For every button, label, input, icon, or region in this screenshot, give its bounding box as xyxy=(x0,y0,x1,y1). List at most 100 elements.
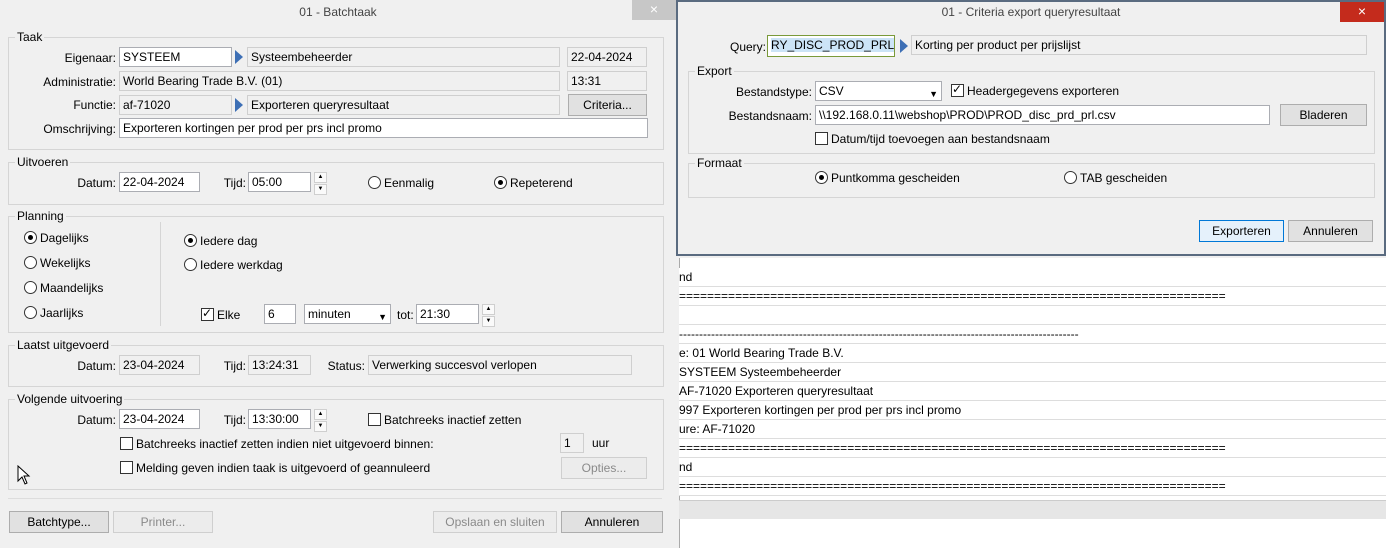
close-icon[interactable]: × xyxy=(1340,2,1384,22)
interval-unit-value: minuten xyxy=(308,307,351,321)
functie-label: Functie: xyxy=(73,98,116,112)
log-line: ----------------------------------------… xyxy=(679,325,1386,344)
bestandstype-label: Bestandstype: xyxy=(735,85,812,99)
bladeren-button[interactable]: Bladeren xyxy=(1280,104,1367,126)
laatst-tijd-field: 13:24:31 xyxy=(248,355,311,375)
maandelijks-label: Maandelijks xyxy=(40,281,104,295)
formaat-group: Formaat xyxy=(688,156,1375,198)
datum-tijd-checkbox[interactable] xyxy=(815,132,828,145)
iedere-dag-label: Iedere dag xyxy=(200,234,258,248)
inactief-binnen-label: Batchreeks inactief zetten indien niet u… xyxy=(136,437,434,451)
jaarlijks-label: Jaarlijks xyxy=(40,306,84,320)
printer-button[interactable]: Printer... xyxy=(113,511,213,533)
datum-tijd-label: Datum/tijd toevoegen aan bestandsnaam xyxy=(831,132,1050,146)
taak-legend: Taak xyxy=(17,30,43,44)
volgende-legend: Volgende uitvoering xyxy=(17,392,123,406)
dagelijks-radio[interactable] xyxy=(24,231,37,244)
melding-label: Melding geven indien taak is uitgevoerd … xyxy=(136,461,431,475)
log-line: e: 01 World Bearing Trade B.V. xyxy=(679,344,1386,363)
export-legend: Export xyxy=(697,64,732,78)
criteria-title: 01 - Criteria export queryresultaat xyxy=(678,2,1384,24)
eigenaar-code-field[interactable]: SYSTEEM xyxy=(119,47,232,67)
volgende-tijd-spinner[interactable]: ▲ ▼ xyxy=(314,409,327,432)
criteria-annuleren-button[interactable]: Annuleren xyxy=(1288,220,1373,242)
elke-value-field[interactable]: 6 xyxy=(264,304,296,324)
log-header: nd xyxy=(679,268,1386,287)
header-label: Headergegevens exporteren xyxy=(967,84,1120,98)
wekelijks-label: Wekelijks xyxy=(40,256,91,270)
log-line: nd xyxy=(679,458,1386,477)
query-desc-field: Korting per product per prijslijst xyxy=(911,35,1367,55)
uitvoeren-tijd-field[interactable]: 05:00 xyxy=(248,172,311,192)
tab-label: TAB gescheiden xyxy=(1080,171,1168,185)
eigenaar-name-field: Systeembeheerder xyxy=(247,47,560,67)
chevron-down-icon: ▼ xyxy=(929,89,938,99)
laatst-datum-label: Datum: xyxy=(77,359,116,373)
annuleren-button[interactable]: Annuleren xyxy=(561,511,663,533)
maandelijks-radio[interactable] xyxy=(24,281,37,294)
uitvoeren-legend: Uitvoeren xyxy=(17,155,69,169)
volgende-tijd-label: Tijd: xyxy=(223,413,246,427)
eenmalig-radio[interactable] xyxy=(368,176,381,189)
eigenaar-label: Eigenaar: xyxy=(64,51,116,65)
bestandstype-select[interactable]: CSV ▼ xyxy=(815,81,942,101)
header-checkbox[interactable] xyxy=(951,82,964,97)
uitvoeren-tijd-spinner[interactable]: ▲ ▼ xyxy=(314,172,327,195)
log-line: ========================================… xyxy=(679,477,1386,496)
exporteren-button[interactable]: Exporteren xyxy=(1199,220,1284,242)
inactief-binnen-checkbox[interactable] xyxy=(120,437,133,450)
taak-date-field: 22-04-2024 xyxy=(567,47,647,67)
puntkomma-radio[interactable] xyxy=(815,171,828,184)
status-field: Verwerking succesvol verlopen xyxy=(368,355,632,375)
bestandstype-value: CSV xyxy=(819,84,844,98)
iedere-dag-radio[interactable] xyxy=(184,234,197,247)
functie-lookup-icon[interactable] xyxy=(235,98,243,112)
log-bottom-bar xyxy=(679,500,1386,519)
batchtaak-window: 01 - Batchtaak × Taak Eigenaar: SYSTEEM … xyxy=(0,0,676,548)
footer-separator xyxy=(8,498,662,499)
opties-button[interactable]: Opties... xyxy=(561,457,647,479)
opslaan-button[interactable]: Opslaan en sluiten xyxy=(433,511,557,533)
close-icon[interactable]: × xyxy=(632,0,676,20)
planning-divider xyxy=(160,222,161,326)
repeterend-label: Repeterend xyxy=(510,176,573,190)
dagelijks-label: Dagelijks xyxy=(40,231,89,245)
volgende-tijd-field[interactable]: 13:30:00 xyxy=(248,409,311,429)
elke-checkbox[interactable] xyxy=(201,306,214,321)
inactief-label: Batchreeks inactief zetten xyxy=(384,413,522,427)
log-line: 997 Exporteren kortingen per prod per pr… xyxy=(679,401,1386,420)
log-line: ========================================… xyxy=(679,287,1386,306)
volgende-datum-field[interactable]: 23-04-2024 xyxy=(119,409,200,429)
volgende-datum-label: Datum: xyxy=(77,413,116,427)
eigenaar-lookup-icon[interactable] xyxy=(235,50,243,64)
taak-time-field: 13:31 xyxy=(567,71,647,91)
bestandsnaam-label: Bestandsnaam: xyxy=(728,109,812,123)
tab-radio[interactable] xyxy=(1064,171,1077,184)
interval-unit-select[interactable]: minuten ▼ xyxy=(304,304,391,324)
tot-spinner[interactable]: ▲ ▼ xyxy=(482,304,495,327)
log-line xyxy=(679,306,1386,325)
tot-field[interactable]: 21:30 xyxy=(416,304,479,324)
omschrijving-field[interactable]: Exporteren kortingen per prod per prs in… xyxy=(119,118,648,138)
log-line: ure: AF-71020 xyxy=(679,420,1386,439)
criteria-button[interactable]: Criteria... xyxy=(568,94,647,116)
status-label: Status: xyxy=(327,359,365,373)
batchtype-button[interactable]: Batchtype... xyxy=(9,511,109,533)
repeterend-radio[interactable] xyxy=(494,176,507,189)
query-lookup-icon[interactable] xyxy=(900,39,908,53)
iedere-werkdag-radio[interactable] xyxy=(184,258,197,271)
query-field[interactable]: RY_DISC_PROD_PRL xyxy=(767,35,895,57)
tot-label: tot: xyxy=(397,308,414,322)
query-label: Query: xyxy=(729,40,766,54)
functie-name-field: Exporteren queryresultaat xyxy=(247,95,560,115)
uitvoeren-datum-field[interactable]: 22-04-2024 xyxy=(119,172,200,192)
jaarlijks-radio[interactable] xyxy=(24,306,37,319)
planning-legend: Planning xyxy=(17,209,64,223)
mouse-cursor-icon xyxy=(17,464,31,488)
melding-checkbox[interactable] xyxy=(120,461,133,474)
bestandsnaam-field[interactable]: \\192.168.0.11\webshop\PROD\PROD_disc_pr… xyxy=(815,105,1270,125)
functie-code-field: af-71020 xyxy=(119,95,232,115)
wekelijks-radio[interactable] xyxy=(24,256,37,269)
inactief-checkbox[interactable] xyxy=(368,413,381,426)
uitvoeren-datum-label: Datum: xyxy=(77,176,116,190)
